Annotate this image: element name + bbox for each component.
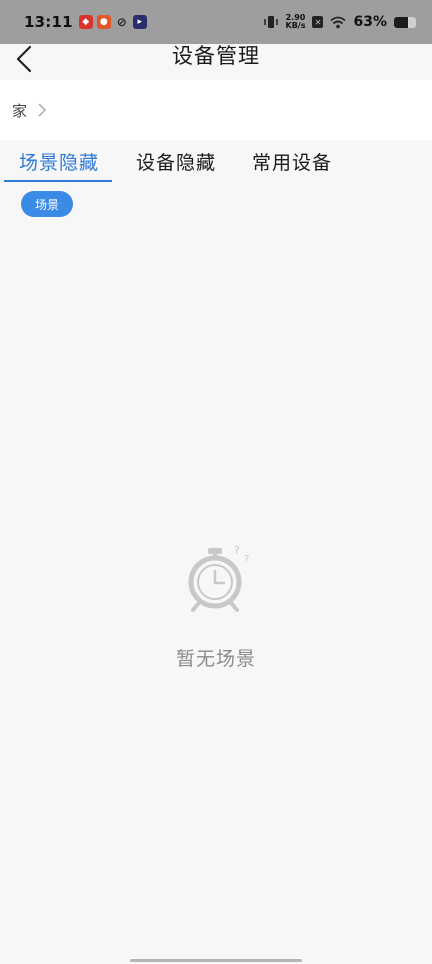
scene-filter-chip[interactable]: 场景 bbox=[21, 191, 73, 217]
shopping-app-icon: ● bbox=[96, 15, 111, 29]
battery-icon bbox=[394, 16, 416, 28]
tab-common-devices[interactable]: 常用设备 bbox=[252, 148, 332, 175]
svg-text:?: ? bbox=[244, 554, 249, 565]
app-notification-icon: ◆ bbox=[78, 15, 93, 29]
page-title: 设备管理 bbox=[172, 44, 260, 68]
breadcrumb-home[interactable]: 家 bbox=[12, 100, 27, 121]
status-time: 13:11 bbox=[24, 13, 73, 31]
tab-bar: 场景隐藏 设备隐藏 常用设备 bbox=[0, 140, 432, 184]
active-tab-indicator bbox=[4, 180, 112, 182]
breadcrumb: 家 bbox=[0, 80, 432, 140]
battery-level bbox=[394, 16, 408, 28]
no-sim-icon: ✕ bbox=[312, 16, 324, 28]
play-icon: ▸ bbox=[132, 15, 147, 29]
status-bar: 13:11 ◆ ● ⊘ ▸ 2.90 KB/s ✕ 63% bbox=[0, 0, 432, 44]
vibrate-icon bbox=[263, 16, 278, 28]
status-right: 2.90 KB/s ✕ 63% bbox=[263, 14, 416, 30]
notification-icons: ◆ ● ⊘ ▸ bbox=[78, 15, 147, 29]
svg-text:?: ? bbox=[234, 544, 240, 557]
empty-clock-icon: ? ? bbox=[188, 544, 249, 612]
chevron-right-icon bbox=[38, 103, 47, 117]
wifi-icon bbox=[330, 16, 347, 28]
network-speed-unit: KB/s bbox=[285, 21, 306, 30]
home-indicator[interactable] bbox=[130, 959, 302, 962]
network-speed: 2.90 KB/s bbox=[286, 14, 306, 30]
link-icon: ⊘ bbox=[116, 15, 127, 29]
tab-device-hidden[interactable]: 设备隐藏 bbox=[136, 148, 216, 175]
empty-state-message: 暂无场景 bbox=[175, 648, 256, 670]
title-bar: 设备管理 bbox=[0, 44, 432, 80]
tab-scene-hidden[interactable]: 场景隐藏 bbox=[19, 148, 99, 175]
battery-percent: 63% bbox=[353, 14, 387, 30]
